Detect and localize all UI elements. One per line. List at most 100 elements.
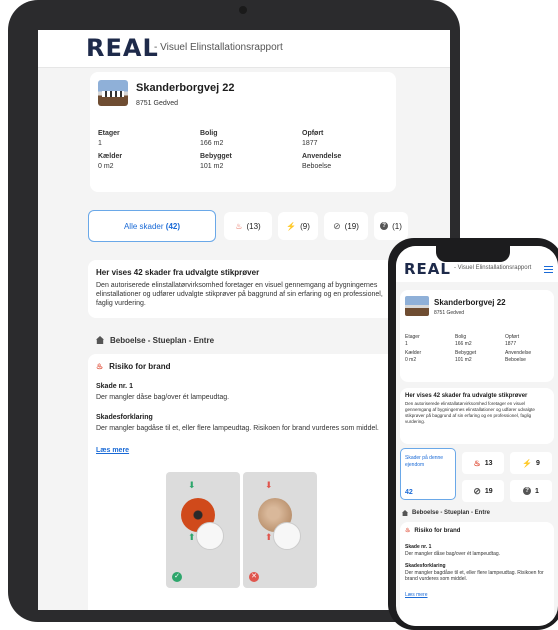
filter-unknown-button[interactable]: ? (1) [374,212,408,240]
explanation-label: Skadesforklaring [405,562,446,569]
filter-electric-count: (9) [300,221,310,231]
arrow-down-icon: ⬇ [188,480,196,490]
fire-icon: ♨ [235,221,243,231]
lamp-fitting [196,522,224,550]
filter-none-count: 19 [484,487,493,495]
info-body: Den autoriserede elinstallatørvirksomhed… [96,282,383,308]
filter-none-button[interactable]: ⊘ 19 [462,480,504,502]
property-field: Bolig 166 m2 [200,130,224,147]
home-icon [402,510,408,516]
real-logo[interactable]: REAL [86,34,159,62]
risk-card: ♨ Risiko for brand Skade nr. 1 Der mangl… [400,522,554,626]
tablet-camera [239,6,247,14]
filter-electric-button[interactable]: ⚡ (9) [278,212,318,240]
risk-heading: ♨ Risiko for brand [96,362,388,371]
property-field: Anvendelse Beboelse [302,153,342,170]
phone-screen: REAL - Visuel Elinstallationsrapport Ska… [396,246,558,626]
filter-electric-button[interactable]: ⚡ 9 [510,452,552,474]
filter-fire-count: 13 [484,459,493,467]
filter-fire-count: (13) [246,221,261,231]
lightning-icon: ⚡ [522,458,533,468]
correct-example-image: ⬇ ⬆ ✓ [166,472,240,588]
damage-label: Skade nr. 1 [96,383,133,390]
property-zip-city: 8751 Gedved [136,100,179,107]
filter-electric-count: 9 [536,459,540,467]
risk-heading: ♨ Risiko for brand [405,527,549,535]
filter-fire-button[interactable]: ♨ (13) [224,212,272,240]
prohibited-icon: ⊘ [473,485,481,496]
section-title: Beboelse - Stueplan - Entre [412,510,491,516]
real-logo[interactable]: REAL [404,260,451,278]
report-tagline: - Visuel Elinstallationsrapport [154,42,283,53]
property-field: Kælder 0 m2 [98,153,123,170]
incorrect-example-image: ⬇ ⬆ ✕ [243,472,317,588]
check-icon: ✓ [172,572,182,582]
damage-filters: Alle skader (42) ♨ (13) ⚡ (9) ⊘ (19) ? (… [88,210,408,242]
section-header[interactable]: Beboelse - Stueplan - Entre [402,510,490,516]
filter-fire-button[interactable]: ♨ 13 [462,452,504,474]
info-card: Her vises 42 skader fra udvalgte stikprø… [88,260,396,318]
fire-icon: ♨ [405,528,411,534]
property-field: Opført 1877 [302,130,324,147]
explanation-label: Skadesforklaring [96,414,153,422]
lightning-icon: ⚡ [286,221,297,231]
explanation-text: Der mangler bagdåse til et, eller flere … [405,569,544,583]
property-address: Skanderborgvej 22 [434,298,506,307]
filter-all-count: (42) [165,221,181,231]
question-icon: ? [380,222,389,230]
filter-all-button[interactable]: Skader på denne ejendom 42 [400,448,456,500]
read-more-link[interactable]: Læs mere [405,592,428,598]
house-thumbnail [98,80,128,106]
property-details: Etager 1 Bolig 166 m2 Opført 1877 Kælder 0 m… [98,130,388,170]
info-title: Her vises 42 skader fra udvalgte stikprø… [96,268,260,277]
home-icon [96,336,104,344]
arrow-up-icon: ⬆ [265,532,273,542]
property-field: Anvendelse Beboelse [505,350,532,363]
section-header[interactable]: Beboelse - Stueplan - Entre [88,330,396,350]
property-zip-city: 8751 Gedved [434,310,465,316]
filter-none-button[interactable]: ⊘ (19) [324,212,368,240]
fire-icon: ♨ [96,362,104,371]
filter-unknown-count: 1 [535,487,539,495]
property-field: Kælder 0 m2 [405,350,422,363]
explanation-text: Der mangler bagdåse til et, eller flere … [96,425,379,433]
filter-all-label: Alle skader [123,221,164,231]
filter-all-count: 42 [405,489,413,496]
read-more-link[interactable]: Læs mere [96,447,129,454]
arrow-down-icon: ⬇ [265,480,273,490]
fire-icon: ♨ [473,458,481,468]
filter-all-label: Skader på denne ejendom [405,455,444,468]
property-card: Skanderborgvej 22 8751 Gedved Etager 1 Bo… [90,72,396,192]
property-field: Etager 1 [98,130,120,147]
property-field: Opført 1877 [505,334,520,347]
filter-none-count: (19) [344,221,359,231]
property-field: Bolig 166 m2 [455,334,472,347]
property-field: Etager 1 [405,334,420,347]
info-title: Her vises 42 skader fra udvalgte stikprø… [405,393,528,399]
risk-card: ♨ Risiko for brand Skade nr. 1 Der mangl… [88,354,396,610]
property-details: Etager 1 Bolig 166 m2 Opført 1877 Kælder 0 m… [405,334,551,363]
question-icon: ? [523,487,532,495]
section-title: Beboelse - Stueplan - Entre [110,335,215,345]
hamburger-menu-icon[interactable] [544,266,553,273]
info-card: Her vises 42 skader fra udvalgte stikprø… [400,388,554,444]
risk-title: Risiko for brand [414,527,461,534]
phone-device: REAL - Visuel Elinstallationsrapport Ska… [388,238,558,630]
filter-all-button[interactable]: Alle skader (42) [88,210,216,242]
filter-unknown-button[interactable]: ? 1 [510,480,552,502]
cross-icon: ✕ [249,572,259,582]
filter-unknown-count: (1) [392,221,402,231]
damage-text: Der mangler dåse bag/over ét lampeudtag. [96,394,230,401]
lamp-fitting [273,522,301,550]
property-address: Skanderborgvej 22 [136,82,235,94]
risk-title: Risiko for brand [109,362,171,371]
info-body: Den autoriserede elinstallatørvirksomhed… [405,401,535,424]
report-tagline: - Visuel Elinstallationsrapport [454,265,532,271]
damage-label: Skade nr. 1 [405,544,432,550]
property-field: Bebygget 101 m2 [455,350,477,363]
damage-text: Der mangler dåse bag/over ét lampeudtag. [405,551,501,557]
property-field: Bebygget 101 m2 [200,153,232,170]
phone-notch [436,246,510,262]
house-thumbnail [405,296,429,316]
property-card: Skanderborgvej 22 8751 Gedved Etager 1 Bo… [400,290,554,382]
